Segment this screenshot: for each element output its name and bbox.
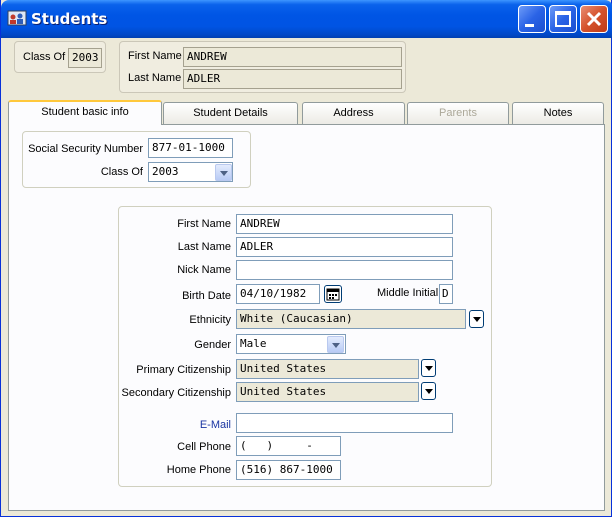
tab-address[interactable]: Address [302, 102, 405, 124]
middle-initial-input[interactable]: D [439, 284, 453, 304]
first-name-label: First Name [177, 218, 231, 230]
class-of-select-value: 2003 [152, 165, 179, 178]
ssn-label: Social Security Number [28, 143, 143, 155]
tab-notes[interactable]: Notes [512, 102, 604, 124]
ethnicity-label: Ethnicity [189, 314, 231, 326]
close-icon [586, 11, 602, 27]
chevron-down-icon[interactable] [327, 336, 344, 353]
close-button[interactable] [580, 5, 608, 33]
secondary-citizenship-label: Secondary Citizenship [121, 387, 231, 399]
tab-student-details[interactable]: Student Details [163, 102, 298, 124]
first-name-summary-label: First Name [128, 50, 182, 62]
student-details-group: First Name ANDREW Last Name ADLER Nick N… [118, 206, 492, 487]
last-name-summary-display: ADLER [183, 69, 402, 89]
students-window: Students Class Of 2003 First Name ANDREW… [0, 0, 612, 517]
ssn-input[interactable]: 877-01-1000 [148, 138, 233, 158]
last-name-label: Last Name [177, 241, 231, 253]
birth-date-input[interactable]: 04/10/1982 [236, 284, 320, 304]
calendar-icon [326, 288, 340, 301]
secondary-citizenship-dropdown-button[interactable] [421, 382, 436, 400]
student-name-summary: First Name ANDREW Last Name ADLER [119, 41, 406, 93]
tab-parents: Parents [407, 102, 509, 124]
last-name-input[interactable]: ADLER [236, 237, 453, 257]
minimize-icon [525, 24, 534, 27]
students-app-icon [7, 10, 27, 26]
ethnicity-dropdown-button[interactable] [469, 310, 484, 328]
ethnicity-select[interactable]: White (Caucasian) [236, 309, 466, 329]
first-name-summary-display: ANDREW [183, 47, 402, 67]
ssn-class-group: Social Security Number 877-01-1000 Class… [22, 131, 251, 188]
maximize-button[interactable] [549, 5, 577, 33]
middle-initial-label: Middle Initial [377, 287, 439, 299]
birth-date-label: Birth Date [182, 290, 231, 302]
primary-citizenship-dropdown-button[interactable] [421, 359, 436, 377]
title-bar[interactable]: Students [1, 0, 612, 38]
home-phone-label: Home Phone [166, 464, 231, 476]
cell-phone-label: Cell Phone [177, 441, 231, 453]
tab-student-basic-info[interactable]: Student basic info [8, 100, 162, 125]
last-name-summary-label: Last Name [128, 72, 182, 84]
gender-select-value: Male [240, 337, 267, 350]
home-phone-input[interactable]: (516) 867-1000 [236, 460, 341, 480]
primary-citizenship-label: Primary Citizenship [136, 364, 231, 376]
first-name-input[interactable]: ANDREW [236, 214, 453, 234]
cell-phone-input[interactable]: ( ) - [236, 436, 341, 456]
tab-panel-student-basic-info: Social Security Number 877-01-1000 Class… [8, 124, 605, 511]
email-input[interactable] [236, 413, 453, 433]
chevron-down-icon[interactable] [215, 164, 232, 181]
gender-label: Gender [194, 339, 231, 351]
nick-name-label: Nick Name [177, 264, 231, 276]
email-label: E-Mail [199, 419, 231, 431]
class-of-display: 2003 [68, 48, 102, 68]
maximize-icon [555, 11, 571, 27]
window-title: Students [31, 10, 108, 28]
class-of-summary: Class Of 2003 [14, 41, 106, 73]
class-of-select-label: Class Of [100, 166, 143, 178]
nick-name-input[interactable] [236, 260, 453, 280]
class-of-label: Class Of [23, 51, 66, 63]
secondary-citizenship-select[interactable]: United States [236, 382, 419, 402]
calendar-button[interactable] [324, 285, 342, 303]
primary-citizenship-select[interactable]: United States [236, 359, 419, 379]
minimize-button[interactable] [518, 5, 546, 33]
